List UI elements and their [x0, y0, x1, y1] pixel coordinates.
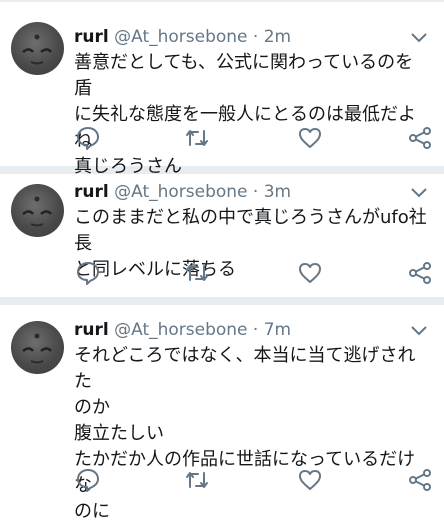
like-button[interactable] [297, 125, 323, 151]
retweet-button[interactable] [184, 260, 210, 286]
retweet-icon [186, 265, 208, 281]
user-handle[interactable]: @At_horsebone [114, 27, 247, 47]
separator-dot: · [247, 27, 264, 47]
avatar[interactable] [11, 22, 64, 75]
avatar-face-icon [22, 333, 52, 364]
timestamp[interactable]: 2m [264, 27, 291, 47]
tweet[interactable]: rurl @At_horsebone · 7m それどころではなく、本当に当て逃… [0, 305, 444, 522]
retweet-icon [186, 130, 208, 146]
avatar-face-icon [22, 196, 52, 227]
reply-icon [77, 262, 99, 285]
heart-icon [299, 128, 321, 148]
chevron-down-icon[interactable] [410, 187, 428, 199]
timestamp[interactable]: 7m [264, 320, 291, 340]
tweet-actions [0, 260, 444, 286]
avatar-face-icon [22, 34, 52, 65]
share-button[interactable] [407, 260, 433, 286]
separator-dot: · [247, 182, 264, 202]
share-button[interactable] [407, 125, 433, 151]
user-handle[interactable]: @At_horsebone [114, 320, 247, 340]
tweet-header: rurl @At_horsebone · 3m [74, 181, 291, 203]
retweet-button[interactable] [184, 467, 210, 493]
share-icon [409, 469, 431, 491]
share-icon [409, 262, 431, 284]
tweet-divider [0, 297, 444, 305]
avatar[interactable] [11, 321, 64, 374]
heart-icon [299, 470, 321, 490]
tweet-actions [0, 125, 444, 151]
user-handle[interactable]: @At_horsebone [114, 182, 247, 202]
chevron-down-icon[interactable] [410, 325, 428, 337]
heart-icon [299, 263, 321, 283]
tweet-text: 善意だとしても、公式に関わっているのを盾 に失礼な態度を一般人にとるのは最低だよ… [74, 52, 416, 177]
reply-button[interactable] [75, 467, 101, 493]
tweet-actions [0, 467, 444, 493]
timestamp[interactable]: 3m [264, 182, 291, 202]
separator-dot: · [247, 320, 264, 340]
tweet[interactable]: rurl @At_horsebone · 3m このままだと私の中で真じろうさん… [0, 174, 444, 297]
reply-icon [77, 469, 99, 492]
chevron-down-icon[interactable] [410, 32, 428, 44]
display-name[interactable]: rurl [74, 320, 109, 340]
retweet-button[interactable] [184, 125, 210, 151]
tweet[interactable]: rurl @At_horsebone · 2m 善意だとしても、公式に関わってい… [0, 2, 444, 177]
retweet-icon [186, 472, 208, 488]
tweet-header: rurl @At_horsebone · 7m [74, 319, 291, 341]
tweet-header: rurl @At_horsebone · 2m [74, 26, 291, 48]
reply-icon [77, 127, 99, 150]
display-name[interactable]: rurl [74, 27, 109, 47]
display-name[interactable]: rurl [74, 182, 109, 202]
tweet-text: それどころではなく、本当に当て逃げされた のか 腹立たしい たかだか人の作品に世… [74, 345, 416, 522]
share-button[interactable] [407, 467, 433, 493]
reply-button[interactable] [75, 260, 101, 286]
share-icon [409, 127, 431, 149]
like-button[interactable] [297, 260, 323, 286]
reply-button[interactable] [75, 125, 101, 151]
avatar[interactable] [11, 184, 64, 237]
like-button[interactable] [297, 467, 323, 493]
